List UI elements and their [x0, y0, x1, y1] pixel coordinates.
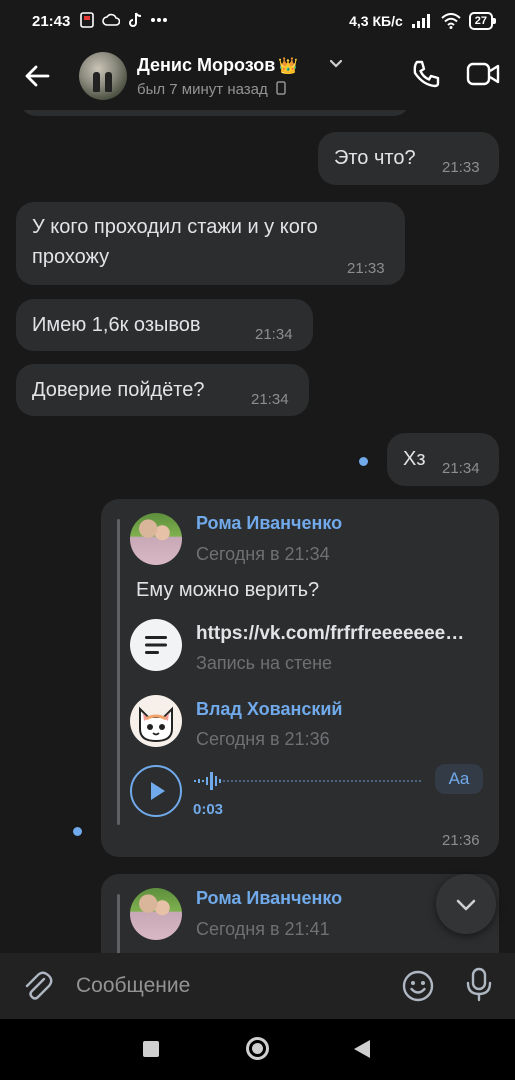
video-call-icon[interactable]	[466, 61, 500, 87]
message-incoming[interactable]: Имею 1,6к озывов 21:34	[16, 299, 313, 351]
battery-indicator: 27	[468, 12, 497, 30]
author-avatar[interactable]	[130, 513, 182, 565]
contact-name-row[interactable]: Денис Морозов 👑	[137, 55, 298, 76]
forward-line	[117, 894, 120, 953]
forward-date: Сегодня в 21:41	[196, 919, 330, 939]
message-outgoing[interactable]: Хз 21:34	[387, 433, 499, 486]
status-right: 4,3 КБ/с 27	[349, 12, 497, 30]
notification-icon	[80, 12, 94, 28]
chat-header: Денис Морозов 👑 был 7 минут назад	[0, 44, 515, 110]
recents-button[interactable]	[143, 1041, 159, 1057]
message-incoming[interactable]: У кого проходил стажи и у кого прохожу 2…	[16, 202, 405, 285]
voice-duration: 0:03	[193, 801, 224, 818]
nested-date: Сегодня в 21:36	[196, 729, 330, 749]
back-arrow-icon[interactable]	[20, 59, 54, 93]
status-time: 21:43	[32, 13, 71, 30]
mobile-device-icon	[276, 81, 286, 95]
signal-icon	[411, 14, 430, 28]
message-text: У кого проходил стажи и у кого прохожу	[32, 216, 318, 268]
unread-indicator	[73, 827, 82, 836]
message-time: 21:34	[442, 460, 480, 477]
play-icon	[151, 782, 165, 800]
message-time: 21:33	[347, 260, 385, 277]
cloud-icon	[102, 13, 120, 26]
chevron-down-icon[interactable]	[328, 56, 344, 72]
message-time: 21:34	[251, 391, 289, 408]
play-voice-button[interactable]	[130, 765, 182, 817]
nested-author[interactable]: Влад Хованский	[196, 699, 343, 720]
message-composer	[0, 953, 515, 1019]
message-incoming[interactable]: Доверие пойдёте? 21:34	[16, 364, 309, 416]
contact-avatar[interactable]	[79, 52, 127, 100]
status-left-icons	[80, 12, 168, 28]
forwarded-message[interactable]: Рома Иванченко Сегодня в 21:34 Ему можно…	[101, 499, 499, 857]
transcribe-button[interactable]: Aa	[435, 764, 483, 794]
nested-author-avatar[interactable]	[130, 695, 182, 747]
home-button[interactable]	[246, 1037, 269, 1060]
emoji-icon[interactable]	[401, 969, 435, 1003]
message-outgoing[interactable]: Это что? 21:33	[318, 132, 499, 185]
system-back-button[interactable]	[354, 1040, 370, 1058]
forward-author[interactable]: Рома Иванченко	[196, 888, 342, 909]
message-time: 21:36	[442, 832, 480, 849]
message-list[interactable]: Это что? 21:33 У кого проходил стажи и у…	[0, 110, 515, 953]
unread-indicator	[359, 457, 368, 466]
author-avatar[interactable]	[130, 888, 182, 940]
message-time: 21:33	[442, 159, 480, 176]
network-speed: 4,3 КБ/с	[349, 13, 403, 29]
link-url[interactable]: https://vk.com/frfrfreeeeeee…	[196, 623, 484, 645]
status-bar: 21:43 4,3 КБ/с 27	[0, 0, 515, 44]
contact-name: Денис Морозов	[137, 55, 276, 75]
paperclip-icon[interactable]	[22, 970, 54, 1004]
wifi-icon	[441, 13, 461, 29]
message-time: 21:34	[255, 326, 293, 343]
more-dots-icon	[151, 18, 167, 22]
previous-message-edge	[20, 110, 410, 116]
article-icon[interactable]	[130, 619, 182, 671]
message-input[interactable]	[76, 971, 376, 1001]
last-seen-text: был 7 минут назад	[137, 81, 268, 98]
forward-author[interactable]: Рома Иванченко	[196, 513, 342, 534]
voice-waveform[interactable]	[194, 769, 422, 793]
message-text: Имею 1,6к озывов	[32, 314, 201, 336]
crown-badge: 👑	[278, 58, 299, 75]
scroll-to-bottom-button[interactable]	[436, 874, 496, 934]
system-navigation-bar	[0, 1019, 515, 1080]
phone-call-icon[interactable]	[410, 58, 442, 90]
forward-date: Сегодня в 21:34	[196, 544, 330, 564]
last-seen-status: был 7 минут назад	[137, 81, 286, 98]
forward-line	[117, 519, 120, 825]
link-subtitle: Запись на стене	[196, 653, 333, 673]
chevron-down-icon	[456, 899, 476, 911]
microphone-icon[interactable]	[465, 967, 493, 1003]
message-text: Хз	[403, 448, 426, 470]
message-text: Это что?	[334, 147, 416, 169]
forward-text: Ему можно верить?	[136, 579, 320, 601]
tiktok-icon	[129, 12, 142, 27]
message-text: Доверие пойдёте?	[32, 379, 205, 401]
